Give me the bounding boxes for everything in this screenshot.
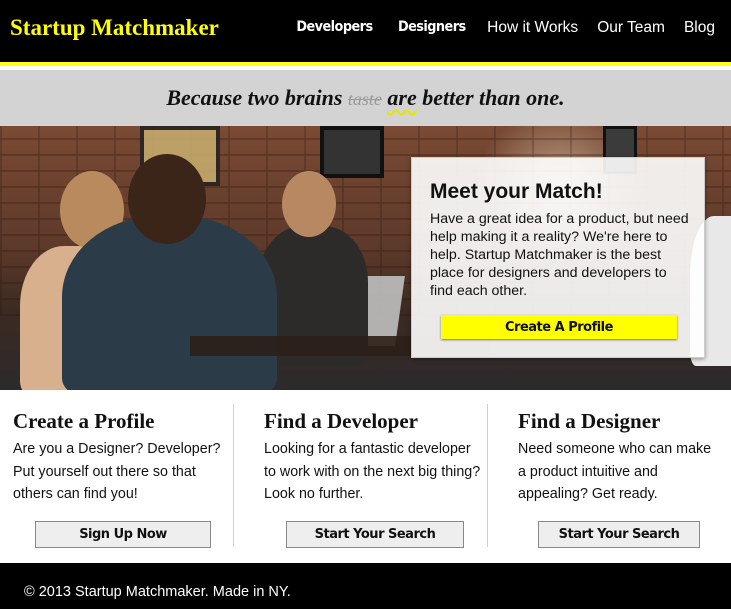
feature-title: Find a Designer [518,409,661,433]
tagline-part1: Because two brains [166,85,348,110]
nav-designers[interactable]: Designers [398,19,466,37]
column-divider [233,404,234,547]
nav-our-team[interactable]: Our Team [597,19,665,37]
feature-title: Create a Profile [13,409,155,433]
wall-frame [320,126,384,178]
card-text: Have a great idea for a product, but nee… [430,211,689,299]
main-nav: Developers Designers How it Works Our Te… [274,19,715,37]
footer-copyright: © 2013 Startup Matchmaker. Made in NY. [24,584,291,600]
create-profile-button[interactable]: Create A Profile [441,315,677,339]
nav-how-it-works[interactable]: How it Works [487,19,578,37]
tagline: Because two brains taste are better than… [0,85,731,111]
feature-create-profile: Create a Profile Are you a Designer? Dev… [13,390,235,562]
nav-developers[interactable]: Developers [296,19,373,37]
card-title: Meet your Match! [430,180,603,203]
column-divider [487,404,488,547]
feature-find-developer: Find a Developer Looking for a fantastic… [264,390,486,562]
sign-up-button[interactable]: Sign Up Now [35,521,211,548]
feature-text: Need someone who can make a product intu… [518,441,712,502]
features-section: Create a Profile Are you a Designer? Dev… [0,390,731,562]
site-header: Startup Matchmaker Developers Designers … [0,0,731,66]
search-designers-button[interactable]: Start Your Search [538,521,700,548]
nav-blog[interactable]: Blog [684,19,715,37]
tagline-underlined-word: are [387,85,417,110]
feature-text: Looking for a fantastic developer to wor… [264,441,481,502]
tagline-struck-word: taste [347,89,382,109]
person-man-head [282,171,336,237]
feature-text: Are you a Designer? Developer? Put yours… [13,441,221,502]
site-footer: © 2013 Startup Matchmaker. Made in NY. [0,563,731,609]
tagline-band: Because two brains taste are better than… [0,70,731,126]
tagline-part3: better than one. [416,85,565,110]
match-card: Meet your Match! Have a great idea for a… [411,157,705,358]
feature-find-designer: Find a Designer Need someone who can mak… [518,390,723,562]
site-logo[interactable]: Startup Matchmaker [10,15,219,41]
feature-title: Find a Developer [264,409,418,433]
search-developers-button[interactable]: Start Your Search [286,521,464,548]
person-foreground-head [128,154,206,244]
